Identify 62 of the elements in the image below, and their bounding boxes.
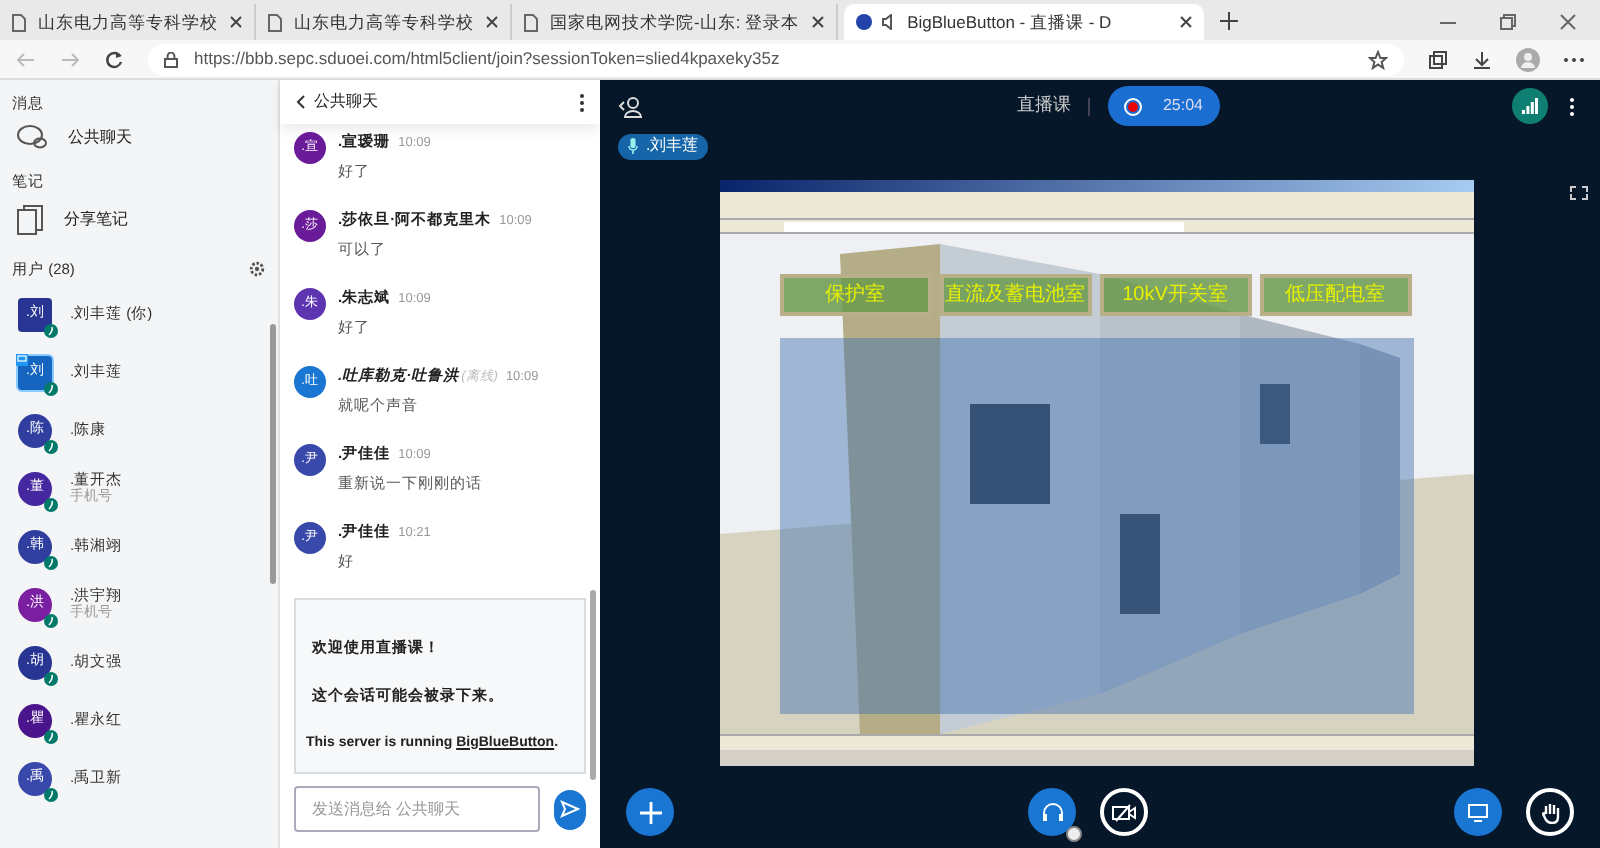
notes-icon [16,203,44,235]
connection-status-button[interactable] [1512,88,1548,124]
screen-share-button[interactable] [1454,788,1502,836]
headphones-icon [1041,802,1063,822]
listen-only-icon [44,613,58,628]
favorite-icon[interactable] [1368,49,1388,69]
listen-only-icon [44,381,58,396]
user-leave-icon[interactable] [618,95,644,117]
reload-icon[interactable] [104,49,124,69]
microphone-icon [628,138,638,154]
listen-only-icon [44,729,58,744]
add-button[interactable] [626,788,674,836]
listen-only-icon [44,497,58,512]
settings-badge[interactable] [1066,826,1082,842]
scrollbar[interactable] [590,590,596,780]
site-icon [855,14,872,30]
listen-only-icon [44,439,58,454]
close-icon[interactable] [486,16,498,28]
settings-icon[interactable] [248,259,266,278]
restore-icon[interactable] [1500,14,1516,30]
signal-bars-icon [1522,98,1538,114]
page-icon [268,13,282,31]
camera-button[interactable] [1100,788,1148,836]
close-icon[interactable] [811,16,824,28]
download-icon[interactable] [1472,49,1492,69]
listen-only-icon [44,787,58,802]
close-icon[interactable] [1560,14,1576,30]
monitor-icon [1468,803,1488,821]
lock-icon [164,51,178,67]
audio-button[interactable] [1028,788,1076,836]
page-icon [524,13,538,31]
public-chat-item[interactable]: 公共聊天 [0,114,278,161]
chevron-left-icon [296,94,306,110]
send-button[interactable] [554,789,586,829]
minimize-icon[interactable] [1440,21,1456,23]
session-title: 直播课 [1016,92,1071,119]
speaker-icon[interactable] [881,14,898,30]
fullscreen-icon[interactable] [1570,186,1588,200]
chat-icon [16,124,48,151]
camera-off-icon [1112,803,1136,821]
close-icon[interactable] [1179,16,1192,28]
listen-only-icon [44,671,58,686]
shared-notes-item[interactable]: 分享笔记 [0,193,278,245]
browser-tab[interactable]: BigBlueButton - 直播课 - D [843,4,1204,40]
address-bar[interactable]: https://bbb.sepc.sduoei.com/html5client/join?sessionToken=slied4kpaxeky35z [148,43,1404,75]
back-button[interactable]: 公共聊天 [296,90,378,114]
raise-hand-button[interactable] [1526,788,1574,836]
close-icon[interactable] [230,16,242,28]
page-icon [12,13,26,31]
message-input[interactable]: 发送消息给 公共聊天 [294,786,540,832]
plus-icon [639,801,661,823]
listen-only-icon [44,323,58,338]
url-text: https://bbb.sepc.sduoei.com/html5client/join?sessionToken=slied4kpaxeky35z [194,46,782,72]
listen-only-icon [44,555,58,570]
scrollbar[interactable] [270,324,276,584]
recording-indicator[interactable]: 25:04 [1108,86,1220,126]
collections-icon[interactable] [1428,49,1448,69]
hand-icon [1541,801,1559,823]
talking-indicator[interactable]: .刘丰莲 [618,133,709,159]
presenter-icon [16,353,28,366]
new-tab-icon[interactable] [1219,12,1238,30]
send-icon [560,800,580,818]
